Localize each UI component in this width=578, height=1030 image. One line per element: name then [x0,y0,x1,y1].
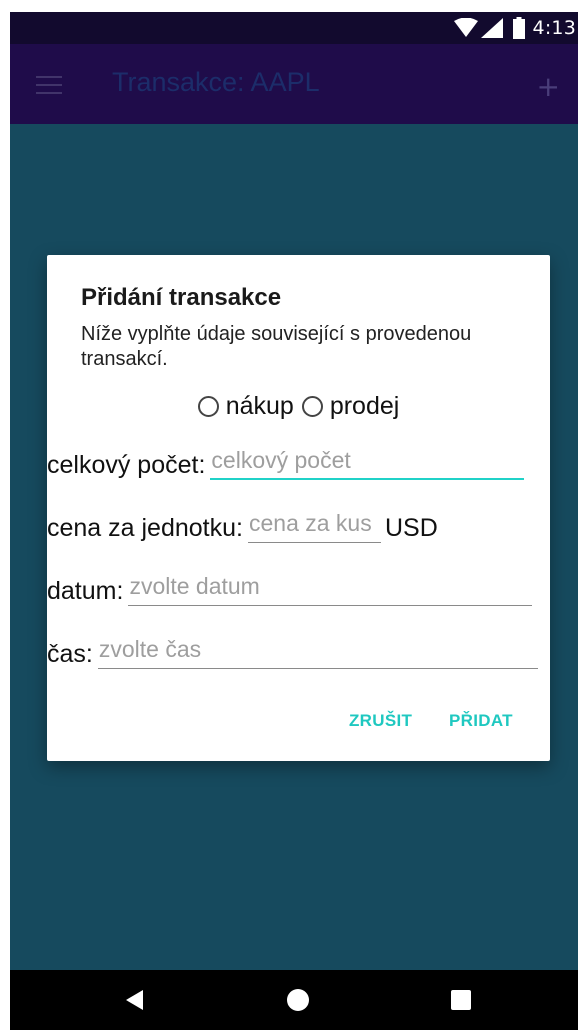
radio-sell[interactable]: prodej [301,392,400,421]
dialog-description: Níže vyplňte údaje související s provede… [81,323,472,370]
status-time: 4:13 [532,17,576,39]
count-input[interactable] [210,446,525,480]
count-label: celkový počet: [47,451,206,479]
price-field-row: cena za jednotku: USD [47,509,438,543]
transaction-type-radio-group: nákup prodej [47,392,550,421]
back-icon[interactable] [126,990,143,1010]
signal-icon [480,18,503,38]
radio-buy[interactable]: nákup [197,392,294,421]
radio-circle-icon[interactable] [197,396,219,417]
app-bar: Transakce: AAPL + [10,44,578,124]
dialog-title: Přidání transakce [81,284,282,311]
add-button[interactable]: PŘIDAT [449,711,513,731]
count-field-row: celkový počet: [47,446,525,480]
currency-label: USD [384,514,438,542]
recent-apps-icon[interactable] [451,990,471,1010]
battery-icon [512,17,525,39]
date-input[interactable] [128,572,533,606]
add-icon[interactable]: + [537,70,560,103]
date-label: datum: [47,577,124,605]
cancel-button[interactable]: ZRUŠIT [349,711,412,731]
status-bar: 4:13 [10,12,578,44]
add-transaction-dialog: Přidání transakce Níže vyplňte údaje sou… [47,255,550,761]
home-icon[interactable] [287,989,309,1011]
hamburger-menu-icon[interactable] [36,76,62,94]
price-input[interactable] [247,509,381,543]
navigation-bar [10,970,578,1030]
date-field-row: datum: [47,572,533,606]
status-icons: 4:13 [453,12,578,44]
time-label: čas: [47,640,93,668]
app-title: Transakce: AAPL [112,67,320,97]
time-field-row: čas: [47,635,538,669]
radio-sell-label: prodej [329,392,400,420]
time-input[interactable] [97,635,538,669]
radio-circle-icon[interactable] [301,396,323,417]
wifi-icon [453,18,478,37]
radio-buy-label: nákup [225,392,294,420]
price-label: cena za jednotku: [47,514,243,542]
screen: 4:13 Transakce: AAPL + Přidání transakce… [10,12,578,1030]
